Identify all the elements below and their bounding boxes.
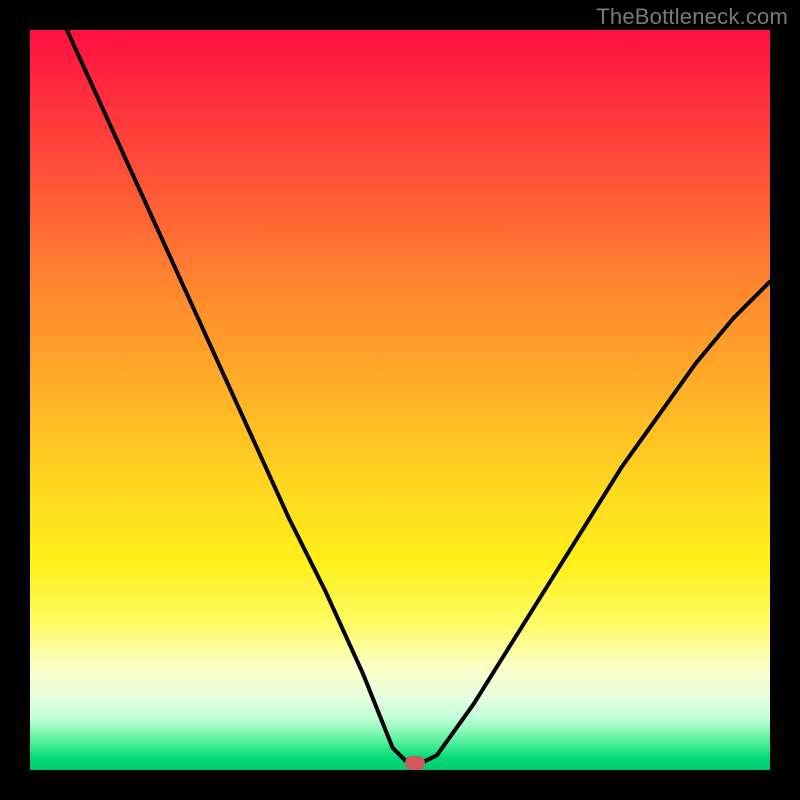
optimal-point-marker bbox=[405, 756, 425, 770]
plot-area bbox=[30, 30, 770, 770]
chart-frame: TheBottleneck.com bbox=[0, 0, 800, 800]
bottleneck-curve bbox=[30, 30, 770, 770]
curve-path bbox=[67, 30, 770, 763]
watermark-label: TheBottleneck.com bbox=[596, 4, 788, 30]
